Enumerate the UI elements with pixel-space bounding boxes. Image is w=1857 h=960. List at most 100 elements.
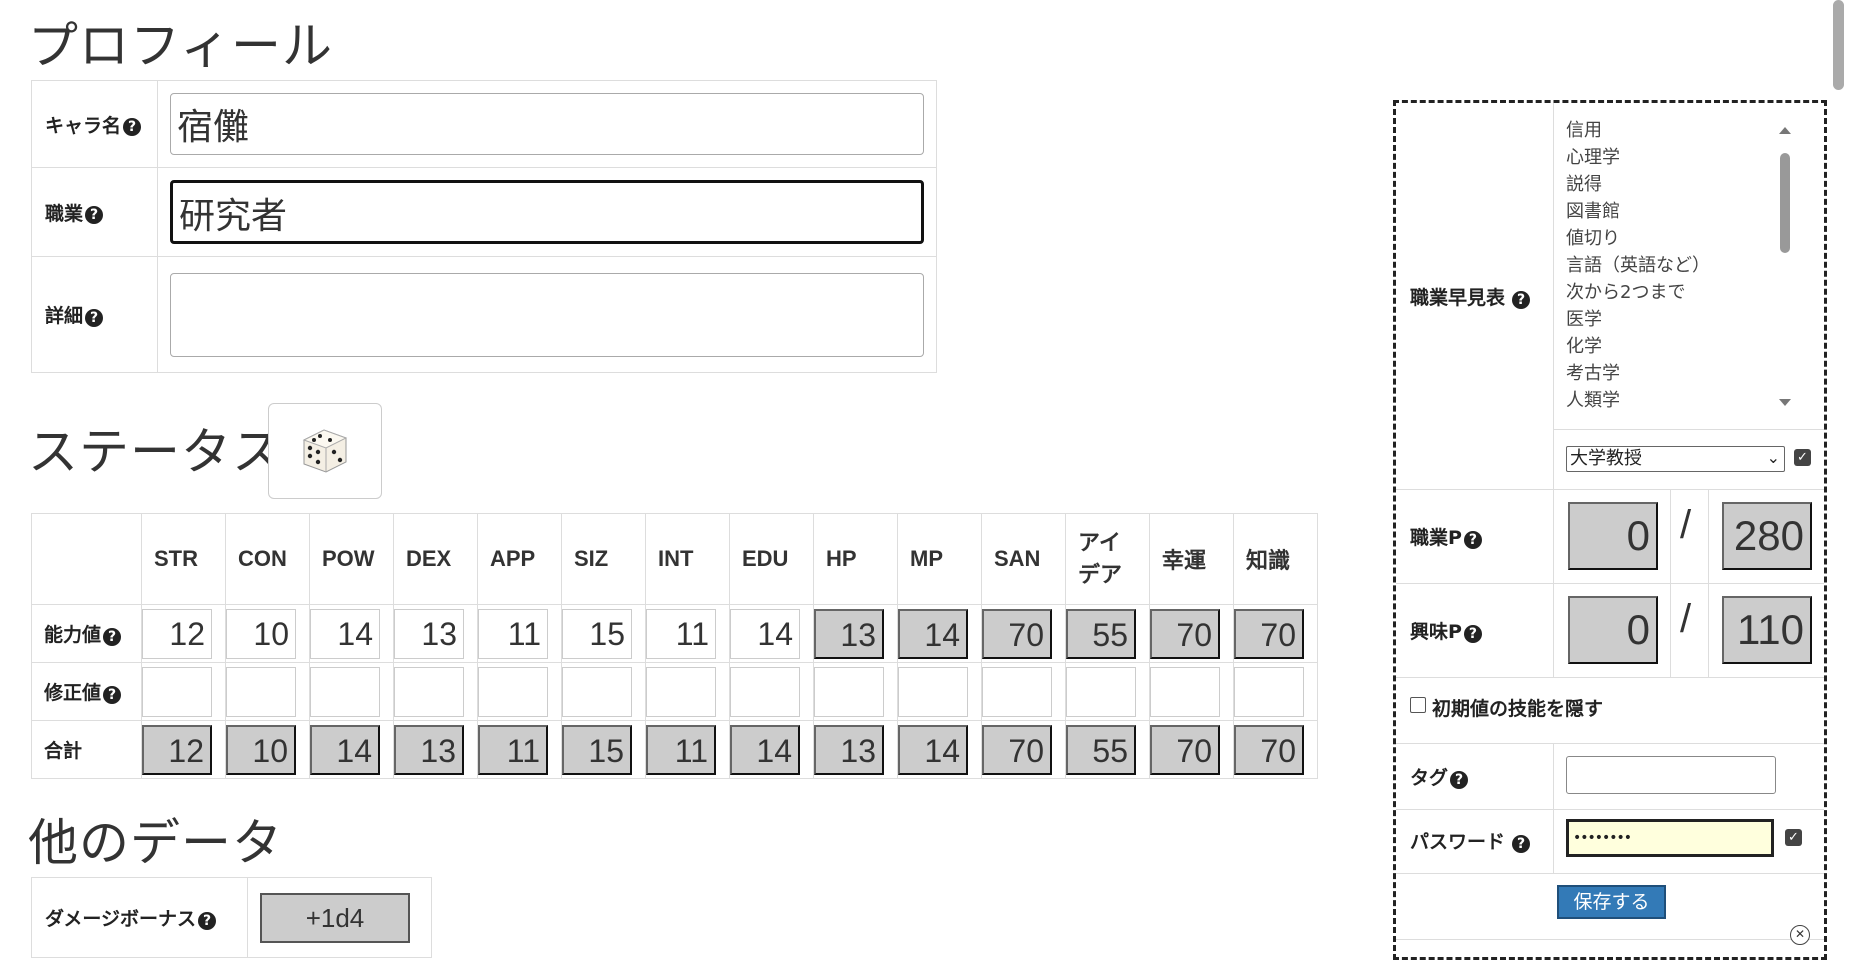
password-input[interactable]: •••••••• <box>1566 819 1774 857</box>
mod-input[interactable] <box>1066 666 1136 717</box>
name-input[interactable]: 宿儺 <box>170 93 924 155</box>
skill-list-item[interactable]: 化学 <box>1566 333 1791 360</box>
hide-initial-label: 初期値の技能を隠す <box>1432 698 1604 720</box>
ability-value[interactable]: 14 <box>730 608 800 659</box>
mod-input[interactable] <box>478 666 548 717</box>
detail-textarea[interactable] <box>170 272 924 357</box>
help-icon[interactable]: ? <box>1512 290 1531 309</box>
mod-input[interactable] <box>646 666 716 717</box>
total-value: 70 <box>982 724 1052 775</box>
job-select-checkbox[interactable]: ✓ <box>1794 449 1811 466</box>
skill-list-item[interactable]: 説得 <box>1566 171 1791 198</box>
total-value: 55 <box>1066 724 1136 775</box>
help-icon[interactable]: ? <box>123 118 142 136</box>
scroll-up-icon[interactable] <box>1779 127 1791 134</box>
status-table: STR CON POW DEX APP SIZ INT EDU HP MP SA… <box>31 513 1318 779</box>
col-app: APP <box>477 513 562 605</box>
skill-list-item[interactable]: 医学 <box>1566 306 1791 333</box>
detail-label: 詳細 <box>45 305 84 327</box>
skill-list-item[interactable]: 心理学 <box>1566 144 1791 171</box>
dice-button[interactable] <box>268 403 382 499</box>
mod-input[interactable] <box>226 666 296 717</box>
profile-table: キャラ名? 宿儺 職業? 研究者 詳細? <box>31 80 937 373</box>
help-icon[interactable]: ? <box>1463 624 1482 643</box>
ability-value: 70 <box>1234 608 1304 659</box>
help-icon[interactable]: ? <box>1463 530 1482 549</box>
mod-input[interactable] <box>982 666 1052 717</box>
mod-input[interactable] <box>898 666 968 717</box>
ability-value[interactable]: 12 <box>142 608 212 659</box>
ability-label: 能力値 <box>44 624 102 646</box>
mod-input[interactable] <box>1234 666 1304 717</box>
close-icon[interactable]: ✕ <box>1790 925 1810 945</box>
help-icon[interactable]: ? <box>85 206 104 224</box>
tag-input[interactable] <box>1566 756 1776 794</box>
col-str: STR <box>141 513 226 605</box>
skill-list-item[interactable]: 次から2つまで <box>1566 279 1791 306</box>
interest-points-label: 興味P <box>1410 621 1462 643</box>
job-select[interactable]: 大学教授 ⌄ <box>1566 446 1785 472</box>
dice-icon <box>302 429 348 473</box>
mod-input[interactable] <box>310 666 380 717</box>
col-san: SAN <box>981 513 1066 605</box>
ability-value: 14 <box>898 608 968 659</box>
skill-list-item[interactable]: 言語（英語など） <box>1566 252 1791 279</box>
skill-list-item[interactable]: 信用 <box>1566 117 1791 144</box>
job-points-total: 280 <box>1722 502 1812 570</box>
total-value: 13 <box>394 724 464 775</box>
col-know: 知識 <box>1233 513 1318 605</box>
interest-points-total: 110 <box>1722 596 1812 664</box>
skill-list-item[interactable]: 値切り <box>1566 225 1791 252</box>
password-checkbox[interactable]: ✓ <box>1785 829 1802 846</box>
help-icon[interactable]: ? <box>85 308 104 327</box>
total-value: 14 <box>730 724 800 775</box>
list-scrollbar[interactable] <box>1776 117 1794 417</box>
col-pow: POW <box>309 513 394 605</box>
skill-list-item[interactable]: 人類学 <box>1566 387 1791 414</box>
total-value: 12 <box>142 724 212 775</box>
password-label: パスワード <box>1410 831 1506 853</box>
job-input[interactable]: 研究者 <box>170 180 924 244</box>
mod-input[interactable] <box>814 666 884 717</box>
col-idea: アイ デア <box>1065 513 1150 605</box>
skill-list-item[interactable]: 考古学 <box>1566 360 1791 387</box>
profile-heading: プロフィール <box>28 17 333 75</box>
scroll-down-icon[interactable] <box>1779 399 1791 406</box>
col-edu: EDU <box>729 513 814 605</box>
help-icon[interactable]: ? <box>1450 770 1469 789</box>
col-mp: MP <box>897 513 982 605</box>
page-scrollbar[interactable] <box>1830 0 1857 946</box>
total-value: 11 <box>478 724 548 775</box>
help-icon[interactable]: ? <box>198 911 217 930</box>
total-value: 10 <box>226 724 296 775</box>
slash: / <box>1680 597 1692 641</box>
help-icon[interactable]: ? <box>103 627 122 646</box>
ability-value[interactable]: 10 <box>226 608 296 659</box>
help-icon[interactable]: ? <box>1512 834 1531 853</box>
mod-label: 修正値 <box>44 682 102 704</box>
status-heading: ステータス <box>28 423 283 481</box>
name-label: キャラ名 <box>45 114 122 137</box>
job-table-label: 職業早見表 <box>1410 287 1506 309</box>
page-scroll-thumb[interactable] <box>1833 0 1844 90</box>
ability-value[interactable]: 14 <box>310 608 380 659</box>
ability-value[interactable]: 15 <box>562 608 632 659</box>
mod-input[interactable] <box>730 666 800 717</box>
ability-value[interactable]: 11 <box>646 608 716 659</box>
skill-list[interactable]: 信用 心理学 説得 図書館 値切り 言語（英語など） 次から2つまで 医学 化学 考古学 人類学 <box>1566 117 1791 417</box>
total-value: 13 <box>814 724 884 775</box>
mod-input[interactable] <box>142 666 212 717</box>
col-con: CON <box>225 513 310 605</box>
job-points-used: 0 <box>1568 502 1658 570</box>
ability-value[interactable]: 13 <box>394 608 464 659</box>
damage-bonus-value: +1d4 <box>260 892 410 943</box>
mod-input[interactable] <box>394 666 464 717</box>
chevron-down-icon: ⌄ <box>1766 448 1780 467</box>
skill-list-item[interactable]: 図書館 <box>1566 198 1791 225</box>
mod-input[interactable] <box>1150 666 1220 717</box>
ability-value[interactable]: 11 <box>478 608 548 659</box>
save-button[interactable]: 保存する <box>1557 885 1666 919</box>
help-icon[interactable]: ? <box>103 685 122 704</box>
mod-input[interactable] <box>562 666 632 717</box>
scroll-thumb[interactable] <box>1780 153 1790 253</box>
